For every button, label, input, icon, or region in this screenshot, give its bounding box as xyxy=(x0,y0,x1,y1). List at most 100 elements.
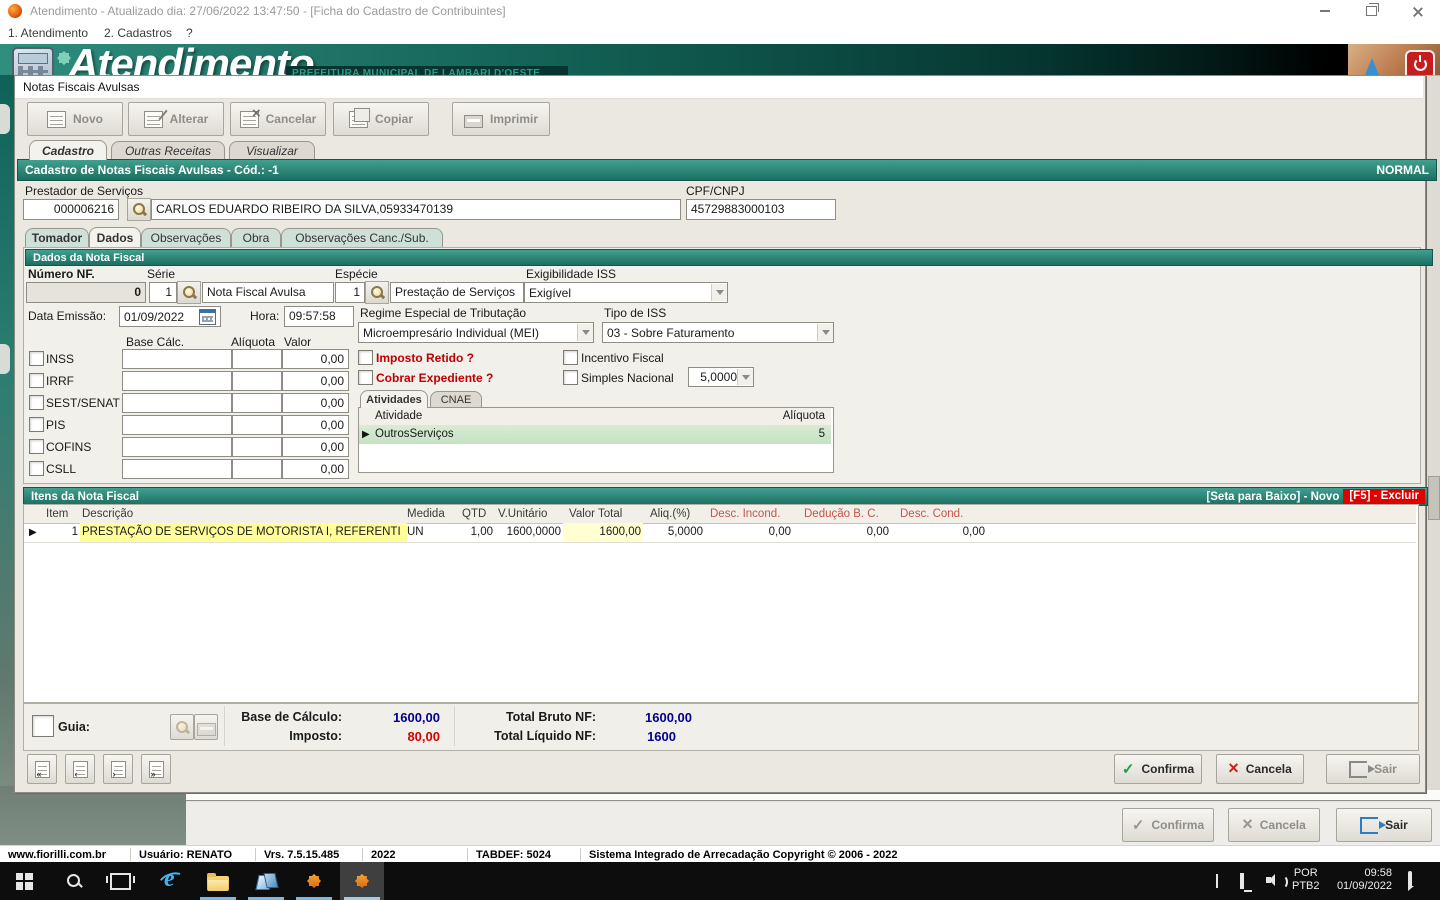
tray-network[interactable] xyxy=(1240,873,1244,889)
mdi-vertical-scrollbar[interactable] xyxy=(1426,75,1440,792)
copiar-button[interactable]: Copiar xyxy=(333,102,429,136)
novo-button[interactable]: Novo xyxy=(27,102,123,136)
taskbar-ie[interactable]: e xyxy=(148,862,192,900)
especie-field[interactable]: 1 xyxy=(335,282,365,303)
cofins-base-field[interactable] xyxy=(122,437,232,457)
serie-search-button[interactable] xyxy=(177,281,201,304)
inss-checkbox[interactable] xyxy=(29,351,44,366)
sest-checkbox[interactable] xyxy=(29,395,44,410)
simples-select[interactable]: 5,0000 xyxy=(688,367,754,387)
hora-field[interactable]: 09:57:58 xyxy=(284,306,354,327)
item-row[interactable]: 1 PRESTAÇÃO DE SERVIÇOS DE MOTORISTA I, … xyxy=(24,523,1416,543)
tipo-iss-select[interactable]: 03 - Sobre Faturamento xyxy=(602,322,834,343)
sest-aliquota-field[interactable] xyxy=(232,393,282,413)
inss-valor-field[interactable]: 0,00 xyxy=(282,349,349,369)
taskbar-explorer[interactable] xyxy=(196,862,240,900)
tab-outras-receitas[interactable]: Outras Receitas xyxy=(111,141,225,160)
restore-button[interactable] xyxy=(1360,2,1382,20)
atividade-row[interactable]: OutrosServiços 5 xyxy=(359,425,831,444)
imprimir-button[interactable]: Imprimir xyxy=(452,102,550,136)
irrf-valor-field[interactable]: 0,00 xyxy=(282,371,349,391)
inss-base-field[interactable] xyxy=(122,349,232,369)
exigibilidade-select[interactable]: Exigível xyxy=(524,282,728,303)
taskbar-orange-app-1[interactable] xyxy=(292,862,336,900)
alterar-button[interactable]: Alterar xyxy=(128,102,224,136)
prestador-code-field[interactable]: 000006216 xyxy=(23,199,119,220)
tab-observacoes[interactable]: Observações xyxy=(141,228,231,247)
minimize-button[interactable] xyxy=(1314,2,1336,20)
prestador-search-button[interactable] xyxy=(127,198,151,221)
nav-prev-button[interactable]: ‹ xyxy=(65,754,95,784)
search-button[interactable] xyxy=(52,862,96,900)
nav-last-button[interactable]: » xyxy=(141,754,171,784)
guia-print-button[interactable] xyxy=(194,714,218,740)
menu-help[interactable]: ? xyxy=(186,26,193,40)
outer-sair-button[interactable]: Sair xyxy=(1336,808,1432,842)
menu-atendimento[interactable]: 1. Atendimento xyxy=(8,26,88,40)
data-emissao-field[interactable]: 01/09/2022 xyxy=(119,306,221,327)
cpf-field[interactable]: 45729883000103 xyxy=(686,199,836,220)
pis-valor-field[interactable]: 0,00 xyxy=(282,415,349,435)
pis-checkbox[interactable] xyxy=(29,417,44,432)
sest-base-field[interactable] xyxy=(122,393,232,413)
cofins-valor-field[interactable]: 0,00 xyxy=(282,437,349,457)
tab-dados[interactable]: Dados xyxy=(89,227,141,247)
especie-desc-field[interactable]: Prestação de Serviços xyxy=(390,282,524,303)
csll-valor-field[interactable]: 0,00 xyxy=(282,459,349,479)
cancela-button[interactable]: Cancela xyxy=(1216,754,1304,784)
incentivo-checkbox[interactable] xyxy=(563,350,578,365)
tray-expand-button[interactable] xyxy=(1216,874,1218,888)
irrf-aliquota-field[interactable] xyxy=(232,371,282,391)
scrollbar-thumb[interactable] xyxy=(1428,476,1440,520)
irrf-base-field[interactable] xyxy=(122,371,232,391)
tray-clock[interactable]: 09:58 01/09/2022 xyxy=(1322,867,1392,893)
simples-checkbox[interactable] xyxy=(563,370,578,385)
calendar-icon[interactable] xyxy=(199,308,216,325)
especie-search-button[interactable] xyxy=(365,281,389,304)
inss-aliquota-field[interactable] xyxy=(232,349,282,369)
tab-atividades[interactable]: Atividades xyxy=(360,390,428,408)
pis-aliquota-field[interactable] xyxy=(232,415,282,435)
confirma-button[interactable]: Confirma xyxy=(1114,754,1202,784)
serie-desc-field[interactable]: Nota Fiscal Avulsa xyxy=(202,282,334,303)
taskbar-blue-app[interactable] xyxy=(244,862,288,900)
csll-checkbox[interactable] xyxy=(29,461,44,476)
menu-cadastros[interactable]: 2. Cadastros xyxy=(104,26,172,40)
csll-base-field[interactable] xyxy=(122,459,232,479)
close-button[interactable] xyxy=(1406,2,1428,20)
app-flower-icon xyxy=(8,4,22,18)
imposto-retido-checkbox[interactable] xyxy=(358,350,373,365)
cancelar-button[interactable]: Cancelar xyxy=(230,102,326,136)
cofins-checkbox[interactable] xyxy=(29,439,44,454)
taskbar-orange-app-2-active[interactable] xyxy=(340,862,384,900)
printer-icon xyxy=(463,114,483,128)
tab-obra[interactable]: Obra xyxy=(231,228,281,247)
nav-first-button[interactable]: « xyxy=(27,754,57,784)
cofins-aliquota-field[interactable] xyxy=(232,437,282,457)
tray-language[interactable]: POR PTB2 xyxy=(1292,867,1320,893)
incentivo-label: Incentivo Fiscal xyxy=(581,351,664,365)
guia-refresh-button[interactable] xyxy=(170,714,194,740)
pis-label: PIS xyxy=(46,418,66,432)
tab-cadastro[interactable]: Cadastro xyxy=(29,140,107,160)
numero-nf-field[interactable]: 0 xyxy=(26,282,146,303)
tab-observacoes-canc[interactable]: Observações Canc./Sub. xyxy=(281,228,443,247)
sest-valor-field[interactable]: 0,00 xyxy=(282,393,349,413)
pis-base-field[interactable] xyxy=(122,415,232,435)
cobrar-expediente-checkbox[interactable] xyxy=(358,370,373,385)
regime-select[interactable]: Microempresário Individual (MEI) xyxy=(358,322,594,343)
tab-cnae[interactable]: CNAE xyxy=(430,391,482,408)
nav-next-button[interactable]: › xyxy=(103,754,133,784)
tab-visualizar[interactable]: Visualizar xyxy=(229,141,315,160)
prestador-name-field[interactable]: CARLOS EDUARDO RIBEIRO DA SILVA,05933470… xyxy=(151,199,681,220)
start-button[interactable] xyxy=(2,862,46,900)
tray-notifications[interactable] xyxy=(1408,871,1412,887)
serie-field[interactable]: 1 xyxy=(149,282,177,303)
edit-pencil-icon xyxy=(143,110,163,128)
csll-aliquota-field[interactable] xyxy=(232,459,282,479)
guia-checkbox[interactable] xyxy=(32,715,54,737)
irrf-checkbox[interactable] xyxy=(29,373,44,388)
task-view-button[interactable] xyxy=(98,862,142,900)
tab-tomador[interactable]: Tomador xyxy=(25,228,89,247)
orange-star-app-icon xyxy=(306,873,322,889)
